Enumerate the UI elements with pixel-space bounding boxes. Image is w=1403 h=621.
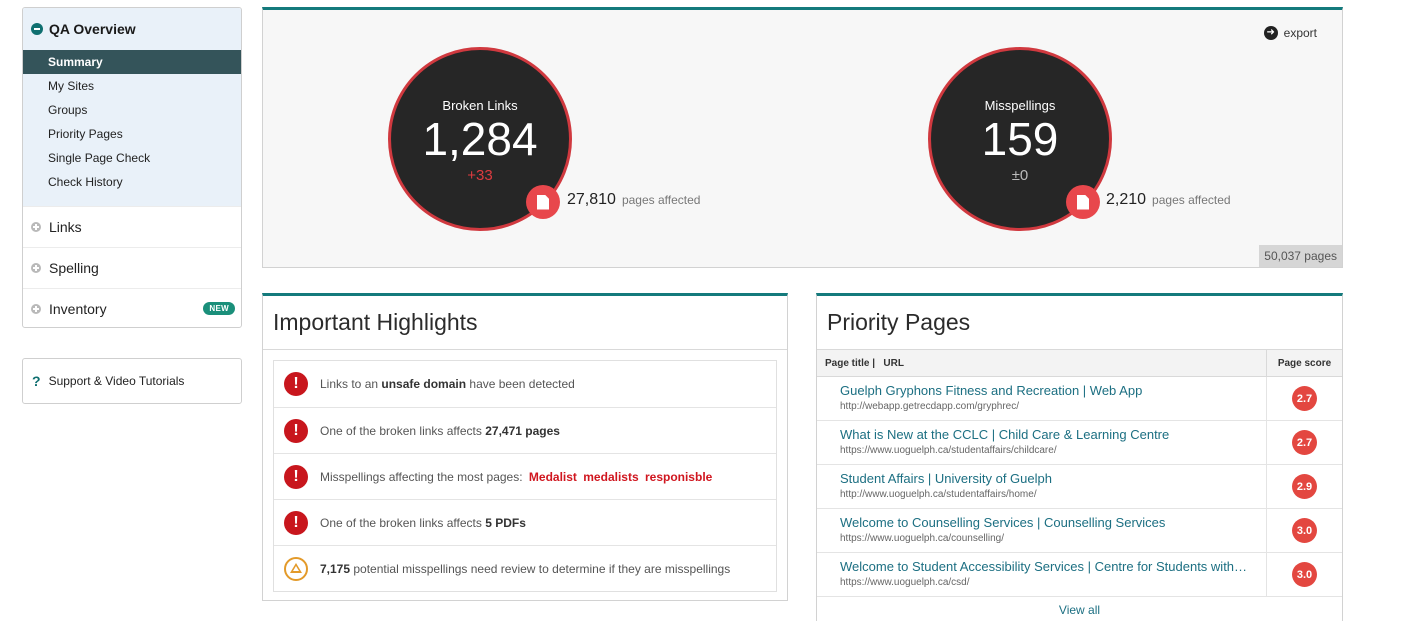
pages-affected-count: 2,210 bbox=[1106, 191, 1147, 208]
sidebar-item-my-sites[interactable]: My Sites bbox=[23, 74, 241, 98]
expand-icon bbox=[31, 263, 41, 273]
sidebar-nav: QA Overview Summary My Sites Groups Prio… bbox=[22, 7, 242, 328]
error-icon: ! bbox=[284, 464, 308, 489]
error-icon: ! bbox=[284, 418, 308, 443]
sidebar-item-priority-pages[interactable]: Priority Pages bbox=[23, 122, 241, 146]
pages-affected-count: 27,810 bbox=[567, 191, 616, 208]
table-row: Welcome to Counselling Services | Counse… bbox=[817, 509, 1342, 553]
highlight-row[interactable]: 7,175 potential misspellings need review… bbox=[274, 545, 776, 591]
table-header: Page title | URL Page score bbox=[817, 350, 1342, 377]
sidebar-section-label: QA Overview bbox=[49, 21, 136, 37]
metric-value: 1,284 bbox=[422, 113, 538, 165]
table-row: Student Affairs | University of Guelph h… bbox=[817, 465, 1342, 509]
sidebar-item-groups[interactable]: Groups bbox=[23, 98, 241, 122]
table-row: Welcome to Student Accessibility Service… bbox=[817, 553, 1342, 597]
highlight-row[interactable]: ! Links to an unsafe domain have been de… bbox=[274, 361, 776, 407]
export-button[interactable]: ➜ export bbox=[1263, 26, 1317, 40]
page-url: http://www.uoguelph.ca/studentaffairs/ho… bbox=[840, 489, 1037, 500]
highlight-text: One of the broken links affects 5 PDFs bbox=[320, 515, 526, 530]
support-tutorials-link[interactable]: ? Support & Video Tutorials bbox=[22, 358, 242, 404]
document-icon bbox=[526, 185, 560, 219]
metric-delta: ±0 bbox=[1011, 167, 1029, 184]
misspelled-word[interactable]: Medalist bbox=[529, 470, 577, 484]
support-label: Support & Video Tutorials bbox=[48, 374, 185, 388]
sidebar-item-inventory[interactable]: Inventory NEW bbox=[23, 288, 241, 327]
document-icon bbox=[1066, 185, 1100, 219]
error-icon: ! bbox=[284, 372, 308, 396]
column-page-score[interactable]: Page score bbox=[1266, 350, 1342, 376]
expand-icon bbox=[31, 222, 41, 232]
card-title: Important Highlights bbox=[263, 296, 787, 350]
page-url: https://www.uoguelph.ca/studentaffairs/c… bbox=[840, 445, 1057, 456]
new-badge: NEW bbox=[203, 302, 235, 315]
highlight-text: Links to an unsafe domain have been dete… bbox=[320, 377, 575, 391]
sidebar-item-links[interactable]: Links bbox=[23, 206, 241, 247]
table-row: What is New at the CCLC | Child Care & L… bbox=[817, 421, 1342, 465]
summary-panel: ➜ export Broken Links 1,284 +33 27,810 p… bbox=[262, 7, 1343, 268]
misspelled-word[interactable]: medalists bbox=[583, 470, 638, 484]
highlight-row[interactable]: ! Misspellings affecting the most pages:… bbox=[274, 453, 776, 499]
collapse-icon bbox=[31, 23, 43, 35]
page-title-link[interactable]: Welcome to Counselling Services | Counse… bbox=[840, 515, 1258, 530]
sidebar-submenu: Summary My Sites Groups Priority Pages S… bbox=[23, 50, 241, 206]
pages-affected-label: pages affected bbox=[1152, 193, 1231, 207]
total-pages-badge: 50,037 pages bbox=[1259, 245, 1342, 267]
page-title-link[interactable]: Guelph Gryphons Fitness and Recreation |… bbox=[840, 383, 1258, 398]
sidebar-item-spelling[interactable]: Spelling bbox=[23, 247, 241, 288]
metric-delta: +33 bbox=[467, 167, 493, 184]
sidebar-item-single-page-check[interactable]: Single Page Check bbox=[23, 146, 241, 170]
sidebar-item-check-history[interactable]: Check History bbox=[23, 170, 241, 194]
important-highlights-card: Important Highlights ! Links to an unsaf… bbox=[262, 293, 788, 601]
sidebar-item-label: Spelling bbox=[49, 260, 99, 276]
metric-title: Misspellings bbox=[984, 98, 1056, 113]
priority-pages-card: Priority Pages Page title | URL Page sco… bbox=[816, 293, 1343, 621]
page-score-badge: 3.0 bbox=[1292, 518, 1317, 543]
card-title: Priority Pages bbox=[817, 296, 1342, 350]
sidebar-item-label: Inventory bbox=[49, 301, 107, 317]
warning-icon bbox=[284, 556, 308, 581]
help-icon: ? bbox=[32, 373, 41, 389]
export-label: export bbox=[1283, 26, 1317, 40]
pages-affected-label: pages affected bbox=[621, 193, 701, 207]
misspelled-word[interactable]: responisble bbox=[645, 470, 712, 484]
sidebar-item-label: Links bbox=[49, 219, 82, 235]
highlight-text: One of the broken links affects 27,471 p… bbox=[320, 423, 560, 438]
page-score-badge: 3.0 bbox=[1292, 562, 1317, 587]
metric-title: Broken Links bbox=[442, 98, 518, 113]
sidebar-item-summary[interactable]: Summary bbox=[23, 50, 241, 74]
page-url: http://webapp.getrecdapp.com/gryphrec/ bbox=[840, 401, 1019, 412]
expand-icon bbox=[31, 304, 41, 314]
page-title-link[interactable]: Welcome to Student Accessibility Service… bbox=[840, 559, 1258, 574]
highlight-row[interactable]: ! One of the broken links affects 5 PDFs bbox=[274, 499, 776, 545]
error-icon: ! bbox=[284, 510, 308, 535]
sidebar-section-qa-overview[interactable]: QA Overview bbox=[23, 8, 241, 50]
export-arrow-icon: ➜ bbox=[1263, 26, 1278, 40]
highlight-row[interactable]: ! One of the broken links affects 27,471… bbox=[274, 407, 776, 453]
page-score-badge: 2.7 bbox=[1292, 386, 1317, 411]
page-url: https://www.uoguelph.ca/counselling/ bbox=[840, 533, 1004, 544]
page-score-badge: 2.9 bbox=[1292, 474, 1317, 499]
page-title-link[interactable]: Student Affairs | University of Guelph bbox=[840, 471, 1258, 486]
highlight-text: Misspellings affecting the most pages: M… bbox=[320, 469, 713, 484]
table-row: Guelph Gryphons Fitness and Recreation |… bbox=[817, 377, 1342, 421]
page-score-badge: 2.7 bbox=[1292, 430, 1317, 455]
highlights-list: ! Links to an unsafe domain have been de… bbox=[273, 360, 777, 592]
page-url: https://www.uoguelph.ca/csd/ bbox=[840, 577, 970, 588]
highlight-text: 7,175 potential misspellings need review… bbox=[320, 561, 731, 576]
column-page-title-url[interactable]: Page title | URL bbox=[817, 350, 1266, 376]
metric-value: 159 bbox=[981, 113, 1059, 165]
misspellings-pages-affected: 2,210 pages affected bbox=[1106, 191, 1231, 209]
view-all-link[interactable]: View all bbox=[817, 597, 1342, 621]
page-title-link[interactable]: What is New at the CCLC | Child Care & L… bbox=[840, 427, 1258, 442]
broken-links-pages-affected: 27,810 pages affected bbox=[567, 191, 700, 209]
